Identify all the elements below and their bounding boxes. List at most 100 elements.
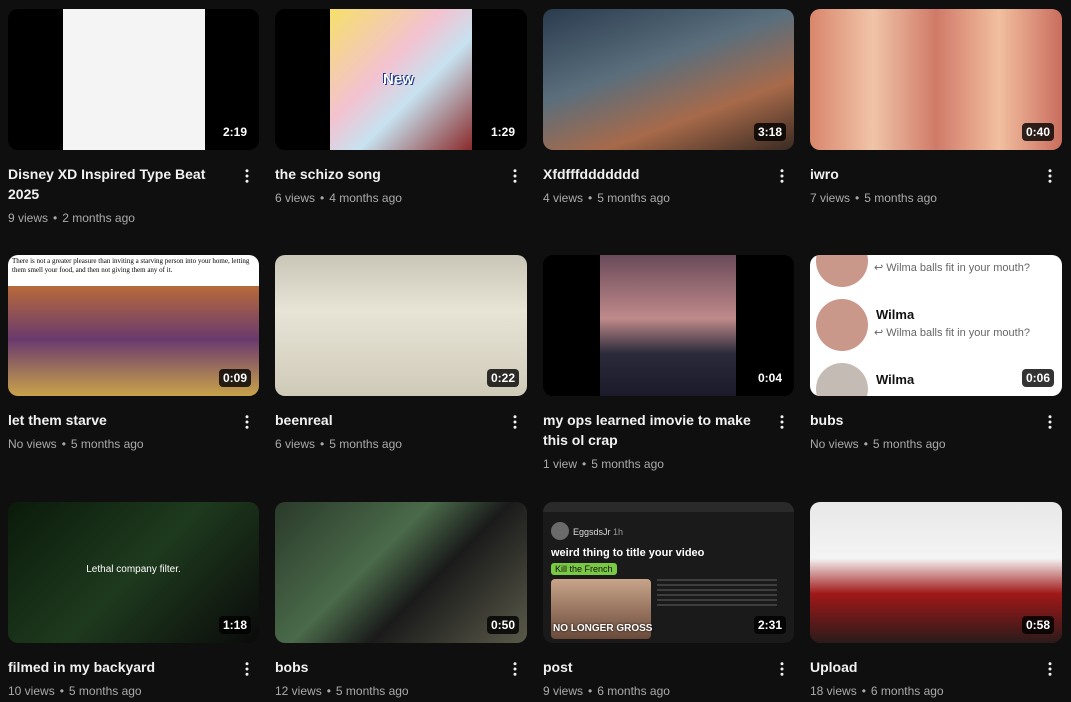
duration-badge: 0:04	[753, 369, 786, 387]
thumbnail-art	[657, 579, 777, 609]
video-stats: 4 views • 5 months ago	[543, 191, 670, 205]
video-card[interactable]: New 1:29 the schizo song 6 views • 4 month…	[275, 9, 527, 226]
duration-badge: 2:19	[218, 123, 251, 141]
upload-age: 2 months ago	[62, 211, 135, 225]
video-title[interactable]: bobs	[275, 657, 497, 677]
video-card[interactable]: 2:19 Disney XD Inspired Type Beat 2025 9…	[8, 9, 259, 226]
thumbnail-text: Lethal company filter.	[86, 564, 181, 575]
upload-age: 5 months ago	[329, 437, 402, 451]
view-count: No views	[810, 437, 859, 451]
video-stats: 9 views • 2 months ago	[8, 211, 135, 225]
view-count: 7 views	[810, 191, 851, 205]
video-card[interactable]: 0:22 beenreal 6 views • 5 months ago	[275, 255, 527, 472]
video-thumbnail[interactable]: ↩ Wilma balls fit in your mouth? Wilma ↩…	[810, 255, 1062, 396]
duration-badge: 3:18	[753, 123, 786, 141]
upload-age: 5 months ago	[335, 684, 409, 698]
video-title[interactable]: bubs	[810, 410, 1032, 430]
video-title[interactable]: Upload	[810, 657, 1032, 677]
video-title[interactable]: let them starve	[8, 410, 229, 430]
view-count: 18 views	[810, 684, 857, 698]
video-card[interactable]: ↩ Wilma balls fit in your mouth? Wilma ↩…	[810, 255, 1062, 472]
more-vert-icon[interactable]	[503, 410, 527, 434]
video-title[interactable]: beenreal	[275, 410, 497, 430]
video-thumbnail[interactable]: 2:19	[8, 9, 259, 150]
duration-badge: 1:29	[486, 123, 519, 141]
video-thumbnail[interactable]: There is not a greater pleasure than inv…	[8, 255, 259, 396]
more-vert-icon[interactable]	[503, 164, 527, 188]
view-count: No views	[8, 437, 57, 451]
duration-badge: 0:58	[1021, 616, 1054, 634]
duration-badge: 0:50	[486, 616, 519, 634]
video-title[interactable]: iwro	[810, 164, 1032, 184]
more-vert-icon[interactable]	[235, 410, 259, 434]
more-vert-icon[interactable]	[770, 410, 794, 434]
thumbnail-art	[543, 502, 794, 512]
video-thumbnail[interactable]: 0:04	[543, 255, 794, 396]
video-stats: 1 view • 5 months ago	[543, 457, 664, 471]
video-card[interactable]: 0:04 my ops learned imovie to make this …	[543, 255, 794, 472]
video-stats: No views • 5 months ago	[810, 437, 946, 451]
avatar	[816, 363, 868, 396]
video-title[interactable]: Disney XD Inspired Type Beat 2025	[8, 164, 229, 204]
video-thumbnail[interactable]: 0:58	[810, 502, 1062, 643]
upload-age: 5 months ago	[68, 684, 142, 698]
duration-badge: 0:06	[1021, 369, 1054, 387]
video-title[interactable]: post	[543, 657, 764, 677]
video-card[interactable]: 0:50 bobs 12 views • 5 months ago	[275, 502, 527, 699]
thumbnail-text: ↩ Wilma balls fit in your mouth?	[874, 327, 1030, 339]
more-vert-icon[interactable]	[1038, 164, 1062, 188]
video-card[interactable]: Lethal company filter. 1:18 filmed in my…	[8, 502, 259, 699]
video-thumbnail[interactable]: Lethal company filter. 1:18	[8, 502, 259, 643]
video-thumbnail[interactable]: 0:40	[810, 9, 1062, 150]
thumbnail-text: EggsdsJr 1h	[573, 527, 624, 537]
upload-age: 5 months ago	[864, 191, 937, 205]
view-count: 6 views	[275, 191, 316, 205]
video-card[interactable]: 0:40 iwro 7 views • 5 months ago	[810, 9, 1062, 226]
thumbnail-text: There is not a greater pleasure than inv…	[12, 257, 250, 274]
video-title[interactable]: my ops learned imovie to make this ol cr…	[543, 410, 764, 450]
thumbnail-text: ↩ Wilma balls fit in your mouth?	[874, 262, 1030, 274]
upload-age: 4 months ago	[329, 191, 402, 205]
more-vert-icon[interactable]	[235, 657, 259, 681]
video-stats: 7 views • 5 months ago	[810, 191, 937, 205]
video-title[interactable]: Xfdfffddddddd	[543, 164, 764, 184]
more-vert-icon[interactable]	[235, 164, 259, 188]
video-stats: 6 views • 5 months ago	[275, 437, 402, 451]
thumbnail-text: Wilma	[876, 372, 915, 387]
video-card[interactable]: 3:18 Xfdfffddddddd 4 views • 5 months ago	[543, 9, 794, 226]
more-vert-icon[interactable]	[770, 657, 794, 681]
view-count: 1 view	[543, 457, 578, 471]
thumbnail-text: NO LONGER GROSS	[553, 623, 653, 634]
video-card[interactable]: EggsdsJr 1h weird thing to title your vi…	[543, 502, 794, 699]
upload-age: 5 months ago	[872, 437, 946, 451]
duration-badge: 0:09	[218, 369, 251, 387]
video-thumbnail[interactable]: EggsdsJr 1h weird thing to title your vi…	[543, 502, 794, 643]
more-vert-icon[interactable]	[1038, 657, 1062, 681]
avatar	[816, 255, 868, 287]
upload-age: 6 months ago	[597, 684, 670, 698]
thumbnail-text: Wilma	[876, 307, 915, 322]
video-thumbnail[interactable]: 0:50	[275, 502, 527, 643]
video-title[interactable]: the schizo song	[275, 164, 497, 184]
video-title[interactable]: filmed in my backyard	[8, 657, 229, 677]
video-card[interactable]: There is not a greater pleasure than inv…	[8, 255, 259, 472]
video-card[interactable]: 0:58 Upload 18 views • 6 months ago	[810, 502, 1062, 699]
video-thumbnail[interactable]: 0:22	[275, 255, 527, 396]
video-thumbnail[interactable]: 3:18	[543, 9, 794, 150]
upload-age: 6 months ago	[870, 684, 944, 698]
thumbnail-text: New	[383, 71, 414, 88]
video-stats: 6 views • 4 months ago	[275, 191, 402, 205]
upload-age: 5 months ago	[591, 457, 664, 471]
video-thumbnail[interactable]: New 1:29	[275, 9, 527, 150]
thumbnail-text: weird thing to title your video	[551, 547, 705, 559]
duration-badge: 0:40	[1021, 123, 1054, 141]
video-stats: 9 views • 6 months ago	[543, 684, 670, 698]
thumbnail-art	[63, 9, 205, 150]
video-grid: 2:19 Disney XD Inspired Type Beat 2025 9…	[8, 9, 1062, 699]
more-vert-icon[interactable]	[503, 657, 527, 681]
upload-age: 5 months ago	[597, 191, 670, 205]
more-vert-icon[interactable]	[1038, 410, 1062, 434]
avatar	[551, 522, 569, 540]
more-vert-icon[interactable]	[770, 164, 794, 188]
duration-badge: 0:22	[486, 369, 519, 387]
